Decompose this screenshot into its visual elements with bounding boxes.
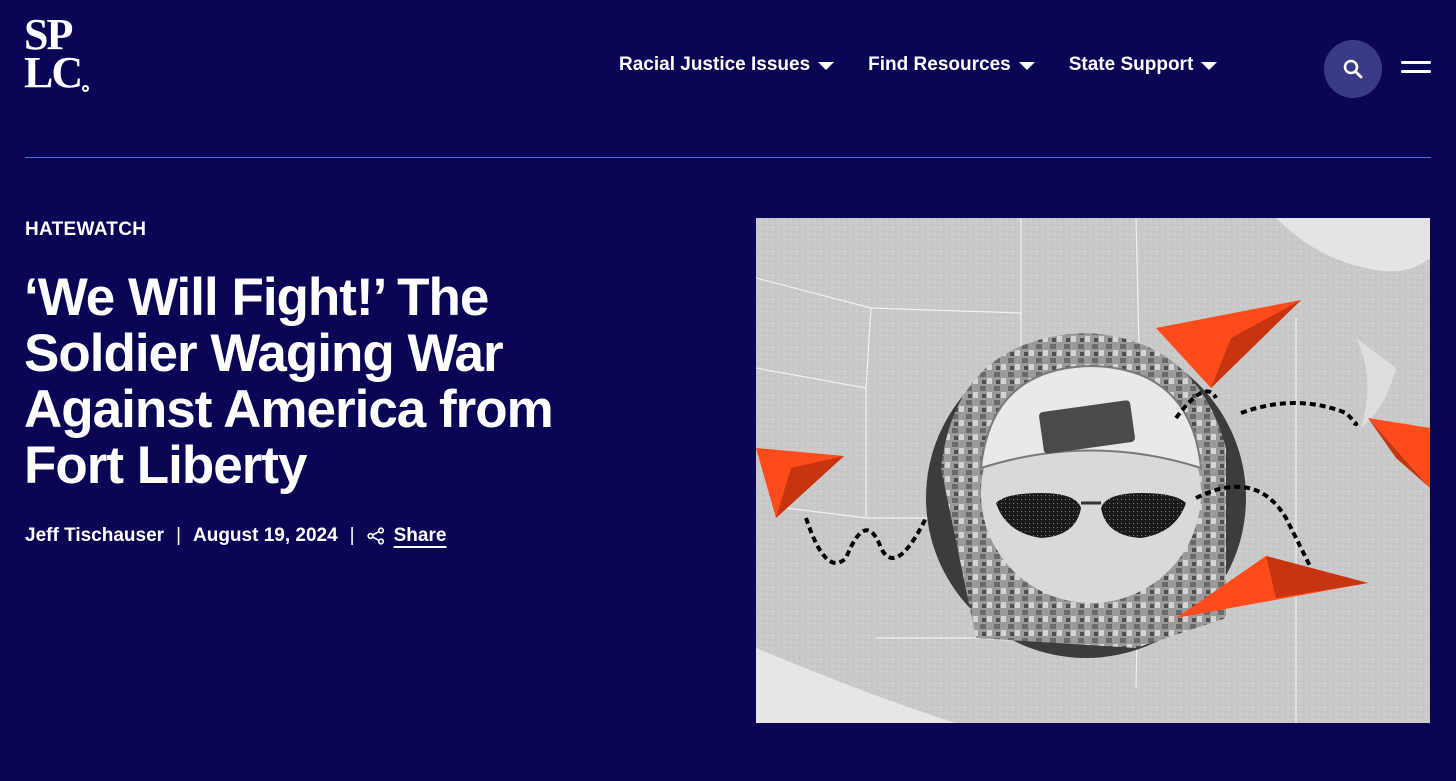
- nav-item-state-support[interactable]: State Support: [1069, 54, 1218, 76]
- splc-logo[interactable]: SP LC: [24, 13, 98, 96]
- article-title: ‘We Will Fight!’ The Soldier Waging War …: [24, 268, 554, 495]
- share-icon: [367, 527, 384, 545]
- chevron-down-icon: [818, 62, 835, 70]
- byline-separator: |: [176, 525, 181, 546]
- chevron-down-icon: [1201, 62, 1218, 70]
- share-label: Share: [393, 525, 447, 546]
- nav-item-label: State Support: [1068, 54, 1194, 75]
- byline-separator: |: [349, 525, 355, 546]
- nav-item-label: Racial Justice Issues: [619, 54, 811, 75]
- header-divider: [25, 157, 1431, 158]
- chevron-down-icon: [1018, 62, 1035, 70]
- article-byline: Jeff Tischauser | August 19, 2024 | Shar…: [25, 525, 446, 547]
- hero-illustration: [756, 218, 1430, 723]
- article-category[interactable]: HATEWATCH: [25, 219, 146, 241]
- search-button[interactable]: [1324, 40, 1382, 98]
- hero-image: [756, 218, 1430, 723]
- main-nav: Racial Justice Issues Find Resources Sta…: [619, 54, 1251, 76]
- logo-dot: [82, 85, 90, 92]
- nav-item-find-resources[interactable]: Find Resources: [868, 54, 1035, 76]
- author-name[interactable]: Jeff Tischauser: [25, 525, 164, 547]
- nav-item-label: Find Resources: [868, 54, 1011, 75]
- publish-date: August 19, 2024: [193, 525, 338, 546]
- search-icon: [1343, 59, 1363, 79]
- nav-item-racial-justice-issues[interactable]: Racial Justice Issues: [619, 54, 835, 76]
- logo-line-2: LC: [24, 51, 98, 95]
- menu-line: [1401, 61, 1431, 64]
- share-button[interactable]: Share: [367, 525, 447, 547]
- hamburger-menu-button[interactable]: [1401, 61, 1431, 77]
- menu-line: [1401, 70, 1431, 73]
